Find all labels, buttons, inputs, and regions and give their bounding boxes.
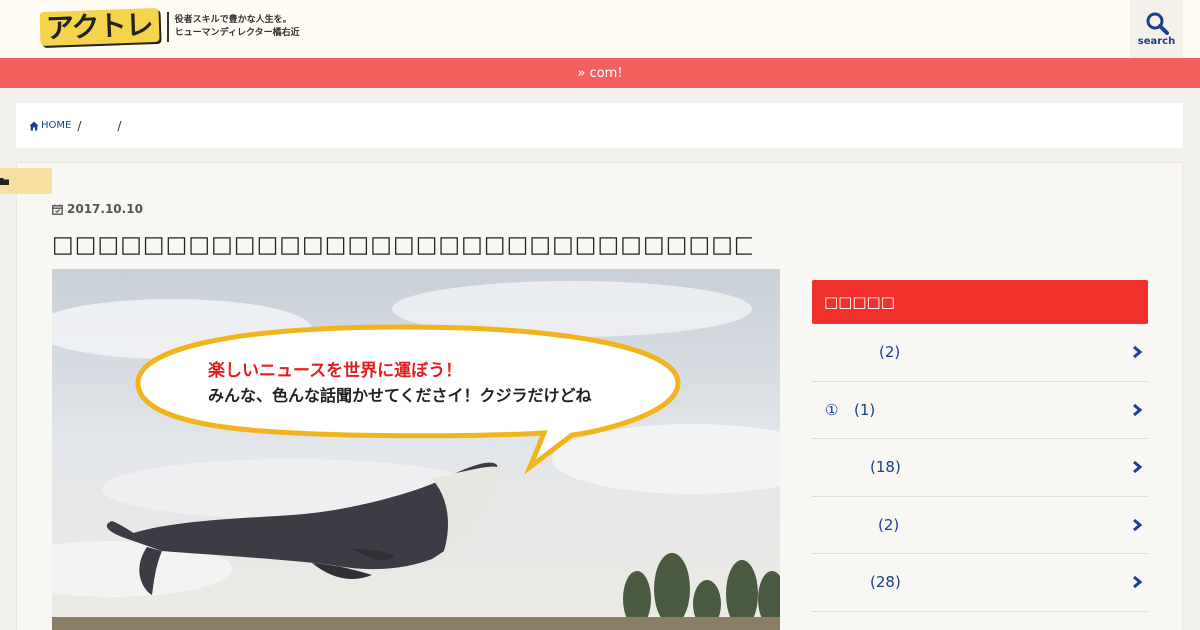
article-title: □□□□□□□□□□□□□□□□□□□□□□□□□□□□□□□□□□□□□□□□… [52, 232, 752, 258]
category-count: (28) [870, 573, 901, 592]
list-item[interactable]: (18) [812, 439, 1148, 497]
chevron-right-icon [1133, 518, 1143, 531]
chevron-right-icon [1133, 576, 1143, 589]
search-label: search [1137, 36, 1176, 47]
search-button[interactable]: search [1130, 0, 1183, 58]
list-item[interactable]: (2) [812, 324, 1148, 382]
breadcrumb-separator: / [117, 118, 122, 133]
category-list: (2) ① (1) (18) (2) (28) [812, 324, 1148, 612]
logo-mark: アクトレ [39, 7, 160, 47]
calendar-icon [52, 204, 63, 215]
notice-bar[interactable]: » com! [0, 58, 1200, 88]
site-logo[interactable]: アクトレ 役者スキルで豊かな人生を。 ヒューマンディレクター橘右近 [39, 7, 300, 47]
category-count: (2) [879, 343, 901, 362]
logo-tagline: 役者スキルで豊かな人生を。 ヒューマンディレクター橘右近 [175, 14, 300, 40]
list-item[interactable]: (2) [812, 497, 1148, 554]
bubble-line2: みんな、色んな話聞かせてくださイ！クジラだけどね [208, 386, 592, 405]
post-date-text: 2017.10.10 [67, 202, 143, 216]
logo-divider [166, 12, 169, 42]
breadcrumb-separator: / [77, 118, 82, 133]
breadcrumb-home-label: HOME [41, 120, 72, 131]
breadcrumb-home[interactable]: HOME [29, 120, 71, 131]
hero-image: 楽しいニュースを世界に運ぼう！ みんな、色んな話聞かせてくださイ！クジラだけどね [52, 269, 780, 630]
post-date: 2017.10.10 [52, 202, 143, 216]
sidebar-heading: □□□□□ [812, 280, 1148, 324]
list-item[interactable]: (28) [812, 554, 1148, 612]
category-tag[interactable] [0, 168, 52, 194]
bubble-line1: 楽しいニュースを世界に運ぼう！ [208, 360, 462, 381]
category-count: (2) [878, 515, 900, 534]
chevron-right-icon [1133, 346, 1143, 359]
search-icon [1146, 12, 1169, 35]
chevron-right-icon [1133, 403, 1143, 416]
tagline-line2: ヒューマンディレクター橘右近 [174, 28, 300, 38]
list-item[interactable]: ① (1) [812, 382, 1148, 439]
hero-illustration: 楽しいニュースを世界に運ぼう！ みんな、色んな話聞かせてくださイ！クジラだけどね [52, 269, 780, 630]
chevron-right-icon [1133, 461, 1143, 474]
folder-icon [0, 178, 9, 185]
breadcrumb: HOME / / [16, 103, 1183, 148]
tagline-line1: 役者スキルで豊かな人生を。 [174, 15, 292, 25]
category-count: (1) [854, 400, 876, 419]
site-header: アクトレ 役者スキルで豊かな人生を。 ヒューマンディレクター橘右近 search [0, 0, 1200, 58]
home-icon [29, 121, 39, 130]
category-label: ① [825, 400, 839, 419]
category-count: (18) [870, 458, 901, 477]
notice-text: » com! [577, 65, 623, 81]
sidebar-heading-text: □□□□□ [824, 293, 895, 311]
